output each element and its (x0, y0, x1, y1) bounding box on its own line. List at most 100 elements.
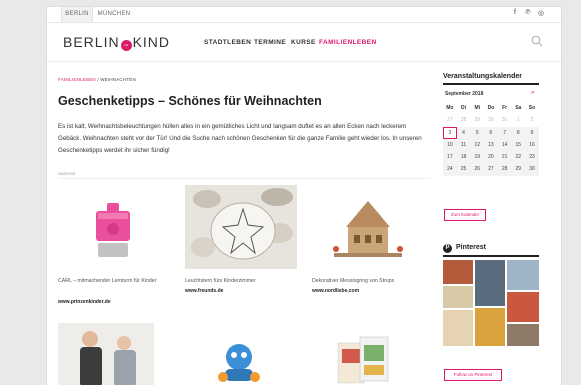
city-tab-berlin[interactable]: BERLIN (61, 7, 93, 22)
logo-text-left: BERLIN (63, 34, 120, 50)
calendar-day[interactable]: 28 (457, 114, 471, 126)
calendar-week-row: 27 28 29 30 31 1 2 (443, 114, 539, 126)
calendar-week-row: 3456789 (443, 126, 539, 139)
header-divider (47, 61, 561, 62)
calendar-heading: Veranstaltungskalender (443, 73, 522, 80)
pinterest-icon: P (443, 244, 452, 253)
calendar-day[interactable]: 25 (456, 163, 471, 176)
calendar-weekday: Fr (502, 105, 508, 111)
calendar-heading-rule (443, 83, 539, 85)
product-image-messingring[interactable] (312, 185, 424, 269)
calendar-day[interactable]: 20 (484, 151, 498, 164)
calendar-day[interactable]: 30 (525, 163, 539, 176)
product-image-6[interactable] (330, 333, 396, 385)
page-title: Geschenketipps – Schönes für Weihnachten (58, 94, 322, 108)
calendar-weekday: Mi (474, 105, 480, 111)
calendar-day[interactable]: 14 (497, 138, 512, 152)
calendar-weekday: Sa (515, 105, 522, 111)
calendar-day[interactable]: 2 (525, 114, 539, 126)
calendar-day[interactable]: 13 (484, 138, 498, 152)
calendar-day[interactable]: 4 (456, 126, 471, 139)
calendar-day[interactable]: 19 (470, 151, 485, 164)
pinterest-pin[interactable] (507, 292, 539, 322)
breadcrumb: FAMILIENLEBEN / WEIHNACHTEN (58, 77, 136, 82)
calendar-weekday: Mo (446, 105, 454, 111)
calendar-day[interactable]: 26 (470, 163, 485, 176)
calendar-day[interactable]: 28 (497, 163, 512, 176)
calendar-day[interactable]: 18 (456, 151, 471, 164)
pinterest-follow-button[interactable]: Follow on Pinterest (444, 369, 502, 381)
calendar-day[interactable]: 29 (470, 114, 484, 126)
pinterest-pin[interactable] (443, 286, 473, 308)
calendar-day[interactable]: 22 (511, 151, 526, 164)
pinterest-pin[interactable] (507, 260, 539, 290)
pinterest-icon[interactable]: ℗ (523, 9, 533, 16)
product-source-link-1[interactable]: www.prinzenkinder.de (58, 299, 111, 305)
breadcrumb-current: WEIHNACHTEN (100, 77, 136, 82)
breadcrumb-section-link[interactable]: FAMILIENLEBEN (58, 77, 96, 82)
product-image-5[interactable] (209, 337, 269, 385)
calendar-day[interactable]: 1 (511, 114, 525, 126)
calendar-button[interactable]: Zum Kalender (444, 209, 486, 221)
search-icon[interactable] (531, 35, 543, 47)
article-divider (58, 178, 430, 179)
product-image-lernturm[interactable] (58, 185, 168, 269)
calendar-day[interactable]: 11 (456, 138, 471, 152)
product-image-4[interactable] (58, 323, 154, 385)
calendar-day[interactable]: 21 (497, 151, 512, 164)
browser-page: BERLIN MÜNCHEN f ℗ ◎ BERLIN mit KIND STADT… (46, 6, 562, 385)
calendar-day[interactable]: 30 (484, 114, 498, 126)
calendar-week-row: 17 18 19 20 21 22 23 (443, 151, 539, 164)
calendar-weekday: So (528, 105, 536, 111)
pinterest-pin[interactable] (443, 310, 473, 346)
calendar-day[interactable]: 27 (443, 114, 457, 126)
product-caption-2: Leuchtstern fürs Kinderzimmer (185, 278, 256, 284)
calendar-day[interactable]: 3 (443, 126, 457, 139)
calendar-day[interactable]: 12 (470, 138, 485, 152)
nav-item-kurse[interactable]: KURSE (291, 39, 316, 46)
calendar-day[interactable]: 5 (470, 126, 485, 139)
logo-badge: mit (120, 40, 132, 51)
logo-text-right: KIND (132, 34, 171, 50)
instagram-icon[interactable]: ◎ (536, 9, 546, 17)
product-image-leuchtstern[interactable] (185, 185, 297, 269)
calendar-weekday: Do (487, 105, 495, 111)
calendar-day[interactable]: 17 (443, 151, 457, 164)
product-source-link-3[interactable]: www.nordliebe.com (312, 288, 359, 294)
facebook-icon[interactable]: f (510, 9, 520, 16)
calendar-day[interactable]: 31 (498, 114, 512, 126)
pinterest-heading-rule (443, 255, 539, 257)
calendar-day[interactable]: 10 (443, 138, 457, 152)
pinterest-board (443, 260, 539, 360)
pinterest-pin[interactable] (475, 308, 505, 346)
calendar-day[interactable]: 24 (443, 163, 457, 176)
calendar-week-row: 10 11 12 13 14 15 16 (443, 138, 539, 152)
calendar-next-button[interactable]: » (531, 90, 534, 96)
top-bar: BERLIN MÜNCHEN f ℗ ◎ (47, 7, 561, 23)
calendar-month: September 2018 (445, 91, 484, 97)
calendar-day[interactable]: 29 (511, 163, 526, 176)
pinterest-pin[interactable] (507, 324, 539, 346)
product-source-link-2[interactable]: www.freunds.de (185, 288, 223, 294)
site-logo[interactable]: BERLIN mit KIND (63, 34, 170, 51)
city-tab-muenchen[interactable]: MÜNCHEN (95, 7, 133, 22)
ad-label: ANZEIGE (58, 171, 76, 176)
nav-item-stadtleben[interactable]: STADTLEBEN (204, 39, 251, 46)
calendar-day[interactable]: 9 (525, 126, 539, 139)
calendar-grid: Mo Di Mi Do Fr Sa So 27 28 29 30 31 1 2 3 4 5 6 7 8 9 10 11 12 1… (443, 102, 539, 176)
pinterest-pin[interactable] (443, 260, 473, 284)
calendar-day[interactable]: 27 (484, 163, 498, 176)
calendar-day[interactable]: 15 (511, 138, 526, 152)
pinterest-heading: Pinterest (456, 244, 486, 251)
pinterest-pin[interactable] (475, 260, 505, 306)
article-intro: Es ist kalt, Weihnachtsbeleuchtungen hül… (58, 123, 422, 154)
calendar-day[interactable]: 8 (511, 126, 526, 139)
calendar-day[interactable]: 7 (497, 126, 512, 139)
calendar-day[interactable]: 6 (484, 126, 498, 139)
nav-item-termine[interactable]: TERMINE (254, 39, 286, 46)
calendar-weekday-row: Mo Di Mi Do Fr Sa So (443, 102, 539, 114)
calendar-day[interactable]: 16 (525, 138, 539, 152)
nav-item-familienleben[interactable]: FAMILIENLEBEN (319, 39, 377, 46)
product-caption-3: Dekorativer Messingring von Strups (312, 278, 395, 284)
calendar-day[interactable]: 23 (525, 151, 539, 164)
